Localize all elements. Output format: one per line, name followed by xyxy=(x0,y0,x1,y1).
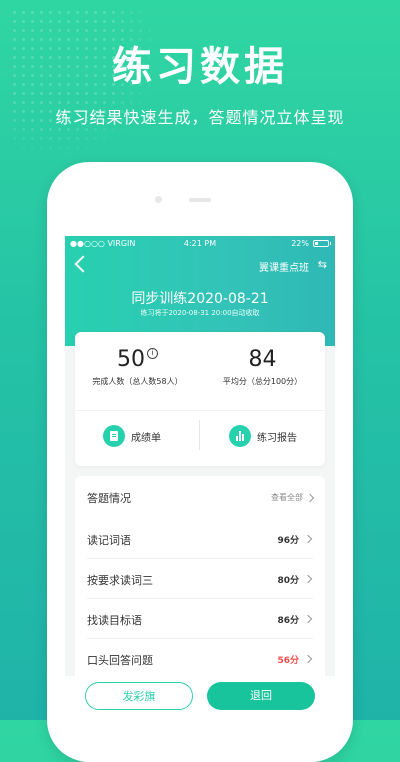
send-flag-button[interactable]: 发彩旗 xyxy=(85,682,193,710)
bar-chart-icon xyxy=(229,425,251,447)
answer-row[interactable]: 读记词语 96分 xyxy=(87,520,313,559)
bottom-action-bar: 发彩旗 退回 xyxy=(65,676,335,720)
view-all-label: 查看全部 xyxy=(271,493,303,502)
answer-row[interactable]: 口头回答问题 56分 xyxy=(87,640,313,679)
question-type: 按要求读词三 xyxy=(87,574,153,587)
answers-heading: 答题情况 xyxy=(87,492,131,505)
status-bar: ●●○○○ VIRGIN 4:21 PM 22% xyxy=(65,239,335,251)
report-label: 练习报告 xyxy=(257,432,297,444)
switch-icon[interactable]: ⇆ xyxy=(318,258,327,271)
answer-row[interactable]: 按要求读词三 80分 xyxy=(87,560,313,599)
average-stat: 84 平均分（总分100分） xyxy=(200,346,325,387)
answer-row[interactable]: 找读目标语 86分 xyxy=(87,600,313,639)
speaker-slot xyxy=(189,198,211,202)
chevron-right-icon xyxy=(303,534,313,544)
question-score: 80分 xyxy=(277,576,299,586)
average-label: 平均分（总分100分） xyxy=(222,377,303,386)
question-score: 96分 xyxy=(277,536,299,546)
completed-label: 完成人数（总人数58人） xyxy=(92,377,183,386)
average-score: 84 xyxy=(248,347,277,372)
divider xyxy=(75,410,325,411)
camera-dot xyxy=(155,196,162,203)
completed-stat: 50 i 完成人数（总人数58人） xyxy=(75,346,200,387)
class-selector[interactable]: 翼课重点班 xyxy=(259,259,309,274)
hero-subtitle: 练习结果快速生成，答题情况立体呈现 xyxy=(55,108,345,127)
back-icon[interactable] xyxy=(74,255,92,273)
return-button[interactable]: 退回 xyxy=(207,682,315,710)
session-title: 同步训练2020-08-21 xyxy=(131,291,269,307)
info-icon[interactable]: i xyxy=(147,348,158,359)
question-score: 86分 xyxy=(277,616,299,626)
chevron-right-icon xyxy=(303,574,313,584)
question-type: 找读目标语 xyxy=(87,614,142,627)
hero-title: 练习数据 xyxy=(112,44,288,90)
divider xyxy=(199,420,200,450)
view-all-link[interactable]: 查看全部 xyxy=(271,492,315,503)
transcript-label: 成绩单 xyxy=(131,432,161,444)
status-right: 22% xyxy=(291,239,331,248)
report-button[interactable]: 练习报告 xyxy=(229,422,297,450)
stats-card: 50 i 完成人数（总人数58人） 84 平均分（总分100分） 成绩单 练习报告 xyxy=(75,332,325,466)
chevron-right-icon xyxy=(303,614,313,624)
battery-percent: 22% xyxy=(291,239,309,248)
document-icon xyxy=(103,425,125,447)
session-deadline: 练习将于2020-08-31 20:00自动收取 xyxy=(140,309,260,317)
chevron-right-icon xyxy=(303,654,313,664)
question-type: 读记词语 xyxy=(87,534,131,547)
chevron-right-icon xyxy=(305,493,315,502)
app-screen: ●●○○○ VIRGIN 4:21 PM 22% 翼课重点班 ⇆ 同步训练202… xyxy=(65,236,335,720)
question-score: 56分 xyxy=(277,656,299,666)
completed-count: 50 xyxy=(117,347,145,372)
nav-bar: 翼课重点班 ⇆ xyxy=(65,255,335,278)
question-type: 口头回答问题 xyxy=(87,654,153,667)
battery-icon xyxy=(313,240,331,247)
transcript-button[interactable]: 成绩单 xyxy=(103,422,161,450)
